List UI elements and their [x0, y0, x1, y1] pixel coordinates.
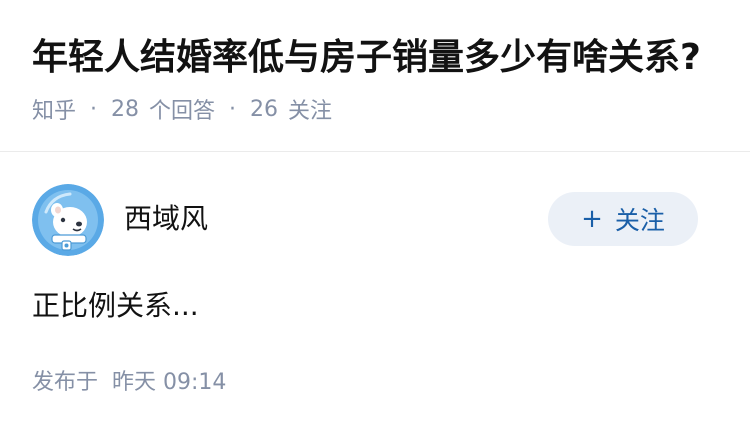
- answer-count: 28: [111, 96, 140, 122]
- author-name[interactable]: 西域风: [124, 201, 208, 237]
- question-header[interactable]: 年轻人结婚率低与房子销量多少有啥关系? 知乎 · 28 个回答 · 26 关注: [0, 0, 750, 151]
- answer-count-label: 个回答: [149, 99, 216, 124]
- answer-author: 西域风 + 关注: [32, 184, 718, 256]
- answer-time: 发布于 昨天 09:14: [32, 368, 226, 398]
- published-time: 昨天 09:14: [112, 370, 227, 395]
- question-title[interactable]: 年轻人结婚率低与房子销量多少有啥关系?: [32, 34, 701, 82]
- meta-separator: ·: [229, 96, 237, 122]
- follower-count-label: 关注: [288, 99, 333, 124]
- published-prefix: 发布于: [32, 370, 99, 395]
- divider: [0, 151, 750, 152]
- avatar[interactable]: [32, 184, 104, 256]
- answer-page: 年轻人结婚率低与房子销量多少有啥关系? 知乎 · 28 个回答 · 26 关注: [0, 0, 750, 434]
- source-label[interactable]: 知乎: [32, 93, 76, 125]
- answer-content[interactable]: 正比例关系...: [32, 286, 199, 326]
- follow-button-label: 关注: [614, 206, 665, 235]
- meta-separator: ·: [90, 96, 98, 122]
- follower-count: 26: [250, 96, 279, 122]
- question-meta: 知乎 · 28 个回答 · 26 关注: [32, 93, 333, 125]
- follow-button[interactable]: + 关注: [548, 192, 698, 246]
- plus-icon: +: [581, 204, 603, 234]
- cartoon-bear-astronaut-avatar-icon: [32, 184, 104, 256]
